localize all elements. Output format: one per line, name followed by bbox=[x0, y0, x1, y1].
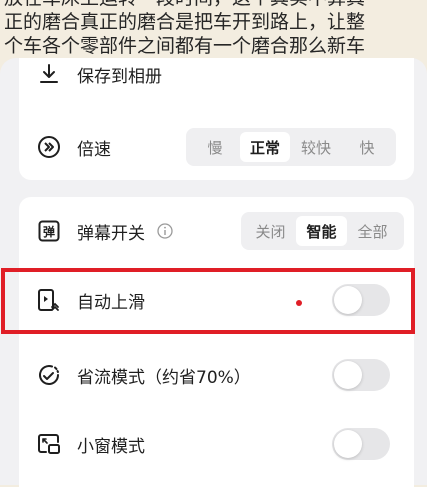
article-line: 个车各个零部件之间都有一个磨合那么新车 bbox=[4, 35, 366, 57]
playback-settings-card: 保存到相册 倍速 慢 正常 较快 快 bbox=[19, 58, 414, 180]
data-saver-row[interactable]: 省流模式（约省70%） bbox=[19, 347, 414, 403]
speed-row: 倍速 慢 正常 较快 快 bbox=[19, 119, 414, 175]
toggle-knob bbox=[334, 430, 362, 458]
speed-selector: 慢 正常 较快 快 bbox=[186, 128, 396, 166]
danmaku-label: 弹幕开关 bbox=[77, 223, 145, 244]
speed-option-fast[interactable]: 快 bbox=[342, 132, 392, 162]
annotation-dot bbox=[296, 300, 302, 306]
download-icon bbox=[37, 62, 61, 86]
danmaku-row: 弹 弹幕开关 关闭 智能 全部 bbox=[19, 203, 414, 259]
toggle-knob bbox=[334, 361, 362, 389]
speed-play-icon bbox=[37, 135, 61, 159]
danmaku-selector: 关闭 智能 全部 bbox=[241, 212, 404, 250]
mini-window-icon bbox=[37, 432, 61, 456]
feature-settings-card: 弹 弹幕开关 关闭 智能 全部 自动上滑 省流模式（约省70%） 小窗模式 bbox=[19, 197, 414, 487]
save-to-album-label: 保存到相册 bbox=[77, 66, 162, 87]
speed-option-slow[interactable]: 慢 bbox=[190, 132, 240, 162]
save-to-album-row[interactable]: 保存到相册 bbox=[19, 58, 414, 102]
annotation-highlight-box bbox=[1, 268, 415, 334]
data-saver-toggle[interactable] bbox=[332, 359, 390, 391]
article-line: 正的磨合真正的磨合是把车开到路上，让整 bbox=[4, 11, 366, 33]
mini-window-toggle[interactable] bbox=[332, 428, 390, 460]
speed-option-normal[interactable]: 正常 bbox=[240, 132, 290, 162]
speed-option-faster[interactable]: 较快 bbox=[290, 132, 342, 162]
svg-text:弹: 弹 bbox=[43, 224, 55, 239]
danmaku-option-smart[interactable]: 智能 bbox=[296, 216, 347, 246]
mini-window-row[interactable]: 小窗模式 bbox=[19, 416, 414, 472]
speed-label: 倍速 bbox=[77, 139, 111, 160]
danmaku-option-all[interactable]: 全部 bbox=[347, 216, 398, 246]
info-icon[interactable] bbox=[157, 223, 173, 239]
article-text: 放在车床上运转一段时间，这个其实不算真 正的磨合真正的磨合是把车开到路上，让整 … bbox=[0, 0, 427, 58]
data-saver-label: 省流模式（约省70%） bbox=[77, 367, 251, 388]
mini-window-label: 小窗模式 bbox=[77, 436, 145, 457]
data-saver-icon bbox=[37, 363, 61, 387]
danmaku-icon: 弹 bbox=[37, 219, 61, 243]
danmaku-option-off[interactable]: 关闭 bbox=[245, 216, 296, 246]
article-line: 放在车床上运转一段时间，这个其实不算真 bbox=[4, 0, 423, 10]
